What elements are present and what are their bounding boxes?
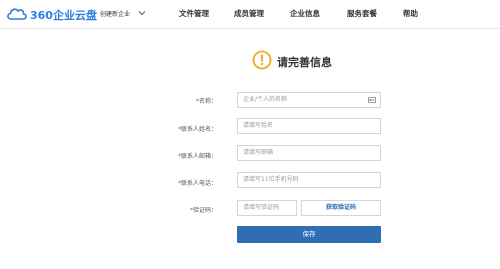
cloud-logo-icon xyxy=(7,8,27,20)
nav-enterprise-info[interactable]: 企业信息 xyxy=(290,8,320,19)
nav-file-management[interactable]: 文件管理 xyxy=(179,8,209,19)
id-card-icon xyxy=(368,97,376,103)
logo-text: 360企业云盘 xyxy=(30,9,97,22)
logo[interactable]: 360企业云盘 xyxy=(6,6,97,22)
verification-code-label: *验证码： xyxy=(189,207,217,214)
contact-email-input[interactable]: 请填写邮箱 xyxy=(237,145,381,161)
contact-phone-label: *联系人电话： xyxy=(177,180,217,187)
contact-email-label: *联系人邮箱： xyxy=(177,153,217,160)
nav-service-plan[interactable]: 服务套餐 xyxy=(347,8,377,19)
contact-name-label: *联系人姓名： xyxy=(177,126,217,133)
contact-name-input[interactable]: 请填写姓名 xyxy=(237,118,381,134)
chevron-down-icon[interactable] xyxy=(138,9,146,17)
save-button[interactable]: 保存 xyxy=(237,226,381,243)
top-bar: 360企业云盘 创建新企业 文件管理 成员管理 企业信息 服务套餐 帮助 xyxy=(0,0,500,29)
nav-member-management[interactable]: 成员管理 xyxy=(234,8,264,19)
alert-icon xyxy=(252,50,272,70)
nav-help[interactable]: 帮助 xyxy=(403,8,418,19)
name-input[interactable]: 企业/个人的名称 xyxy=(237,92,381,108)
page-title: 请完善信息 xyxy=(277,56,332,69)
name-label: *名称： xyxy=(195,98,217,105)
create-enterprise-button[interactable]: 创建新企业 xyxy=(100,9,130,18)
get-code-button[interactable]: 获取验证码 xyxy=(301,200,381,216)
contact-phone-input[interactable]: 请填写11位手机号码 xyxy=(237,172,381,188)
verification-code-input[interactable]: 请填写验证码 xyxy=(237,200,297,216)
